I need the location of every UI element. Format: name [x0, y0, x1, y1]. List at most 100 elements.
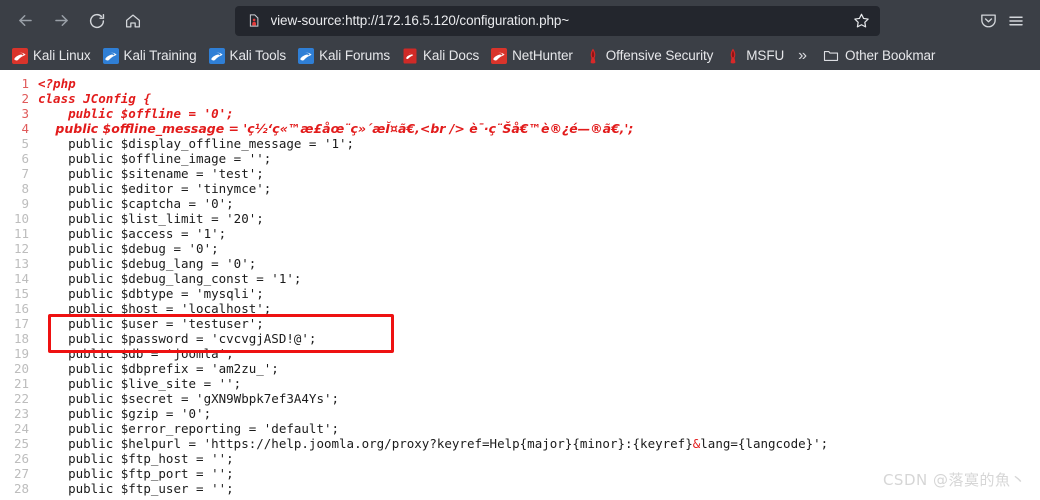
- kali-dragon-icon: [208, 47, 225, 64]
- line-code: <?php: [38, 76, 76, 91]
- pocket-icon[interactable]: [974, 7, 1002, 35]
- line-number: 11: [13, 226, 29, 241]
- source-line: 23 public $gzip = '0';: [0, 406, 1040, 421]
- line-number: 19: [13, 346, 29, 361]
- line-code: public $debug_lang_const = '1';: [38, 271, 302, 286]
- bookmark-item-kali-linux[interactable]: Kali Linux: [6, 44, 97, 68]
- bookmark-star-icon[interactable]: [850, 9, 874, 33]
- address-bar-url[interactable]: view-source:http://172.16.5.120/configur…: [271, 13, 850, 28]
- bookmark-label: Kali Tools: [229, 48, 287, 63]
- line-number: 22: [13, 391, 29, 406]
- back-arrow-icon: [18, 14, 32, 27]
- bookmark-item-offensive-security[interactable]: Offensive Security: [579, 44, 720, 68]
- bookmark-item-kali-training[interactable]: Kali Training: [97, 44, 203, 68]
- line-code: public $helpurl = 'https://help.joomla.o…: [38, 436, 829, 451]
- line-code: public $list_limit = '20';: [38, 211, 264, 226]
- line-number: 17: [13, 316, 29, 331]
- source-line: 9 public $captcha = '0';: [0, 196, 1040, 211]
- line-number: 1: [21, 76, 29, 91]
- line-number: 26: [13, 451, 29, 466]
- bookmark-label: NetHunter: [512, 48, 573, 63]
- line-code: public $debug = '0';: [38, 241, 219, 256]
- address-bar[interactable]: view-source:http://172.16.5.120/configur…: [234, 5, 880, 36]
- source-line: 21 public $live_site = '';: [0, 376, 1040, 391]
- toolbar-right-icons: [974, 7, 1030, 35]
- line-number: 9: [21, 196, 29, 211]
- view-source-content: 1 <?php 2 class JConfig {3 public $offline …: [0, 70, 1040, 500]
- bookmark-item-msfu[interactable]: MSFU: [719, 44, 790, 68]
- line-number: 13: [13, 256, 29, 271]
- navigation-toolbar: view-source:http://172.16.5.120/configur…: [0, 0, 1040, 41]
- line-number: 8: [21, 181, 29, 196]
- line-code: public $dbtype = 'mysqli';: [38, 286, 264, 301]
- line-code: public $user = 'testuser';: [38, 316, 264, 331]
- source-line: 18 public $password = 'cvcvgjASD!@';: [0, 331, 1040, 346]
- reload-button[interactable]: [82, 7, 112, 35]
- line-code: public $editor = 'tinymce';: [38, 181, 272, 196]
- line-number: 14: [13, 271, 29, 286]
- line-code: public $sitename = 'test';: [38, 166, 264, 181]
- source-line: 1 <?php: [0, 76, 1040, 91]
- source-line: 12 public $debug = '0';: [0, 241, 1040, 256]
- line-code: public $access = '1';: [38, 226, 227, 241]
- kali-dragon-icon: [298, 47, 315, 64]
- bookmark-label: Kali Linux: [33, 48, 91, 63]
- csdn-watermark: CSDN @落寞的魚丶: [882, 471, 1026, 489]
- line-code: public $db = 'joomla';: [38, 346, 234, 361]
- page-info-icon[interactable]: [245, 12, 262, 29]
- source-line: 14 public $debug_lang_const = '1';: [0, 271, 1040, 286]
- source-line: 5 public $display_offline_message = '1';: [0, 136, 1040, 151]
- bookmark-item-kali-tools[interactable]: Kali Tools: [203, 44, 293, 68]
- line-code: public $offline_image = '';: [38, 151, 272, 166]
- bookmarks-overflow-chevron-icon[interactable]: »: [790, 47, 817, 64]
- bookmark-item-kali-docs[interactable]: Kali Docs: [396, 44, 485, 68]
- source-line: 15 public $dbtype = 'mysqli';: [0, 286, 1040, 301]
- line-number: 20: [13, 361, 29, 376]
- reload-icon: [89, 13, 105, 28]
- bookmark-label: Kali Docs: [423, 48, 480, 63]
- line-number: 25: [13, 436, 29, 451]
- source-line: 6 public $offline_image = '';: [0, 151, 1040, 166]
- bookmark-item-other-bookmarks[interactable]: Other Bookmar: [817, 44, 941, 68]
- line-number: 5: [21, 136, 29, 151]
- line-number: 10: [13, 211, 29, 226]
- line-code: public $host = 'localhost';: [38, 301, 272, 316]
- source-line: 13 public $debug_lang = '0';: [0, 256, 1040, 271]
- line-number: 15: [13, 286, 29, 301]
- home-icon: [125, 14, 141, 27]
- source-line: 10 public $list_limit = '20';: [0, 211, 1040, 226]
- kali-dragon-icon: [491, 47, 508, 64]
- line-number: 6: [21, 151, 29, 166]
- hamburger-menu-icon[interactable]: [1002, 7, 1030, 35]
- line-number: 3: [21, 106, 29, 121]
- line-number: 12: [13, 241, 29, 256]
- back-button[interactable]: [10, 7, 40, 35]
- line-code: public $display_offline_message = '1';: [38, 136, 355, 151]
- home-button[interactable]: [118, 7, 148, 35]
- other-bookmarks-label: Other Bookmar: [845, 48, 936, 63]
- line-code: public $ftp_port = '';: [38, 466, 234, 481]
- source-line: 19 public $db = 'joomla';: [0, 346, 1040, 361]
- bookmark-label: Kali Forums: [319, 48, 391, 63]
- forward-button[interactable]: [46, 7, 76, 35]
- source-line: 24 public $error_reporting = 'default';: [0, 421, 1040, 436]
- line-code: class JConfig {: [38, 91, 151, 106]
- bookmark-label: Kali Training: [123, 48, 197, 63]
- kali-dragon-icon: [102, 47, 119, 64]
- line-number: 18: [13, 331, 29, 346]
- line-number: 2: [21, 91, 29, 106]
- source-line: 22 public $secret = 'gXN9Wbpk7ef3A4Ys';: [0, 391, 1040, 406]
- line-number: 7: [21, 166, 29, 181]
- kali-docs-icon: [403, 48, 417, 63]
- source-line: 17 public $user = 'testuser';: [0, 316, 1040, 331]
- line-code: public $captcha = '0';: [38, 196, 234, 211]
- bookmark-item-nethunter[interactable]: NetHunter: [485, 44, 579, 68]
- source-line: 16 public $host = 'localhost';: [0, 301, 1040, 316]
- line-code: public $ftp_host = '';: [38, 451, 234, 466]
- source-line: 20 public $dbprefix = 'am2zu_';: [0, 361, 1040, 376]
- source-line: 3 public $offline = '0';: [0, 106, 1040, 121]
- source-line: 7 public $sitename = 'test';: [0, 166, 1040, 181]
- bookmark-item-kali-forums[interactable]: Kali Forums: [292, 44, 396, 68]
- line-code: public $ftp_user = '';: [38, 481, 234, 496]
- line-number: 21: [13, 376, 29, 391]
